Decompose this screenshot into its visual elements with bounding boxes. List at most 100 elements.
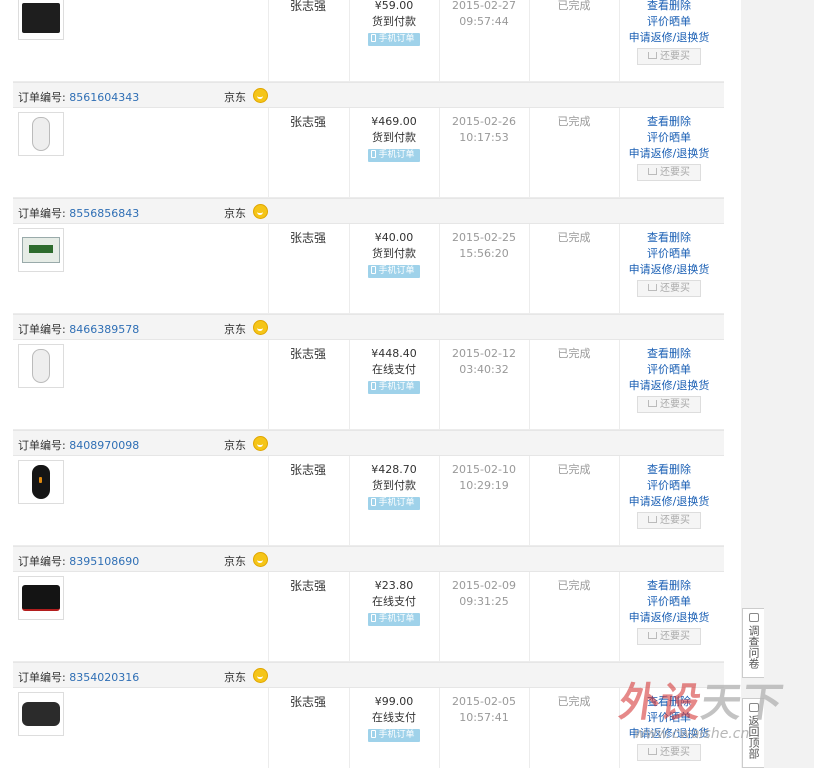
repair-return-link[interactable]: 申请返修/退换货 [629, 379, 710, 392]
order-number-link[interactable]: 8561604343 [69, 91, 139, 104]
survey-button[interactable]: 调查问卷 [742, 608, 764, 678]
review-link[interactable]: 评价晒单 [647, 595, 691, 608]
jd-service-icon[interactable] [253, 204, 268, 219]
order-actions: 查看删除评价晒单申请返修/退换货还要买 [619, 694, 719, 761]
order-row: 张志强 ¥40.00 货到付款 手机订单 2015-02-25 15:56:20 已完成 查看… [13, 224, 724, 314]
jd-service-icon[interactable] [253, 668, 268, 683]
buy-again-button[interactable]: 还要买 [637, 396, 701, 413]
order-date: 2015-02-25 [452, 231, 516, 244]
repair-return-link[interactable]: 申请返修/退换货 [629, 727, 710, 740]
review-link[interactable]: 评价晒单 [647, 711, 691, 724]
delete-order-link[interactable]: 删除 [669, 695, 691, 708]
product-thumbnail[interactable] [18, 112, 64, 156]
review-link[interactable]: 评价晒单 [647, 247, 691, 260]
cart-icon [648, 632, 657, 639]
jd-service-icon[interactable] [253, 552, 268, 567]
order-status: 已完成 [557, 695, 591, 708]
mobile-order-badge: 手机订单 [368, 265, 420, 278]
product-thumbnail[interactable] [18, 344, 64, 388]
order-number-label: 订单编号: 8556856843 [18, 207, 140, 220]
order-date: 2015-02-05 [452, 695, 516, 708]
delete-order-link[interactable]: 删除 [669, 347, 691, 360]
order-number-link[interactable]: 8408970098 [69, 439, 139, 452]
repair-return-link[interactable]: 申请返修/退换货 [629, 147, 710, 160]
mousepad-black-icon [22, 3, 60, 33]
cart-icon [648, 52, 657, 59]
shop-name[interactable]: 京东 [224, 321, 246, 337]
product-thumbnail[interactable] [18, 228, 64, 272]
order-time: 2015-02-10 10:29:19 [439, 462, 529, 494]
buy-again-button[interactable]: 还要买 [637, 628, 701, 645]
order-number-link[interactable]: 8556856843 [69, 207, 139, 220]
order-row: 张志强 ¥23.80 在线支付 手机订单 2015-02-09 09:31:25 已完成 查看… [13, 572, 724, 662]
order-header: 订单编号: 8395108690 京东 [13, 546, 724, 572]
shop-name[interactable]: 京东 [224, 669, 246, 685]
cart-icon [648, 400, 657, 407]
buy-again-button[interactable]: 还要买 [637, 744, 701, 761]
repair-return-link[interactable]: 申请返修/退换货 [629, 31, 710, 44]
view-order-link[interactable]: 查看 [647, 115, 669, 128]
order-status: 已完成 [557, 0, 591, 12]
product-thumbnail[interactable] [18, 460, 64, 504]
order-number-link[interactable]: 8466389578 [69, 323, 139, 336]
jd-service-icon[interactable] [253, 88, 268, 103]
order-actions: 查看删除评价晒单申请返修/退换货还要买 [619, 230, 719, 297]
mobile-order-badge: 手机订单 [368, 613, 420, 626]
order-row: 张志强 ¥428.70 货到付款 手机订单 2015-02-10 10:29:19 已完成 查… [13, 456, 724, 546]
order-number-link[interactable]: 8395108690 [69, 555, 139, 568]
product-thumbnail[interactable] [18, 692, 64, 736]
review-link[interactable]: 评价晒单 [647, 363, 691, 376]
review-link[interactable]: 评价晒单 [647, 131, 691, 144]
order-header: 订单编号: 8556856843 京东 [13, 198, 724, 224]
view-order-link[interactable]: 查看 [647, 579, 669, 592]
mobile-order-badge: 手机订单 [368, 497, 420, 510]
shop-name[interactable]: 京东 [224, 89, 246, 105]
phone-icon [371, 150, 377, 158]
jd-service-icon[interactable] [253, 320, 268, 335]
delete-order-link[interactable]: 删除 [669, 0, 691, 12]
product-thumbnail[interactable] [18, 0, 64, 40]
order-header: 订单编号: 8466389578 京东 [13, 314, 724, 340]
delete-order-link[interactable]: 删除 [669, 115, 691, 128]
order-header: 订单编号: 8561604343 京东 [13, 82, 724, 108]
order-status: 已完成 [557, 463, 591, 476]
order-row: 张志强 ¥448.40 在线支付 手机订单 2015-02-12 03:40:32 已完成 查… [13, 340, 724, 430]
delete-order-link[interactable]: 删除 [669, 231, 691, 244]
jd-service-icon[interactable] [253, 436, 268, 451]
buy-again-button[interactable]: 还要买 [637, 164, 701, 181]
order-number-label: 订单编号: 8466389578 [18, 323, 140, 336]
view-order-link[interactable]: 查看 [647, 347, 669, 360]
view-order-link[interactable]: 查看 [647, 231, 669, 244]
order-row: 张志强 ¥59.00 货到付款 手机订单 2015-02-27 09:57:44 已完成 查看… [13, 0, 724, 82]
view-order-link[interactable]: 查看 [647, 0, 669, 12]
buy-again-button[interactable]: 还要买 [637, 512, 701, 529]
repair-return-link[interactable]: 申请返修/退换货 [629, 495, 710, 508]
shop-name[interactable]: 京东 [224, 205, 246, 221]
view-order-link[interactable]: 查看 [647, 695, 669, 708]
product-thumbnail[interactable] [18, 576, 64, 620]
order-number-link[interactable]: 8354020316 [69, 671, 139, 684]
buy-again-button[interactable]: 还要买 [637, 48, 701, 65]
delete-order-link[interactable]: 删除 [669, 463, 691, 476]
order-date: 2015-02-27 [452, 0, 516, 12]
buy-again-button[interactable]: 还要买 [637, 280, 701, 297]
cart-icon [648, 748, 657, 755]
review-link[interactable]: 评价晒单 [647, 15, 691, 28]
payment-method: 在线支付 [372, 711, 416, 724]
back-to-top-button[interactable]: 返回顶部 [742, 698, 764, 768]
view-order-link[interactable]: 查看 [647, 463, 669, 476]
shop-name[interactable]: 京东 [224, 437, 246, 453]
repair-return-link[interactable]: 申请返修/退换货 [629, 263, 710, 276]
mobile-order-badge: 手机订单 [368, 149, 420, 162]
delete-order-link[interactable]: 删除 [669, 579, 691, 592]
shop-name[interactable]: 京东 [224, 553, 246, 569]
repair-return-link[interactable]: 申请返修/退换货 [629, 611, 710, 624]
order-number-label: 订单编号: 8408970098 [18, 439, 140, 452]
payment-method: 货到付款 [372, 15, 416, 28]
buyer-name: 张志强 [289, 347, 326, 361]
order-amount: ¥23.80 [374, 579, 414, 592]
chat-bubble-icon [748, 613, 759, 622]
order-clock: 03:40:32 [459, 363, 509, 376]
review-link[interactable]: 评价晒单 [647, 479, 691, 492]
order-clock: 09:31:25 [459, 595, 509, 608]
